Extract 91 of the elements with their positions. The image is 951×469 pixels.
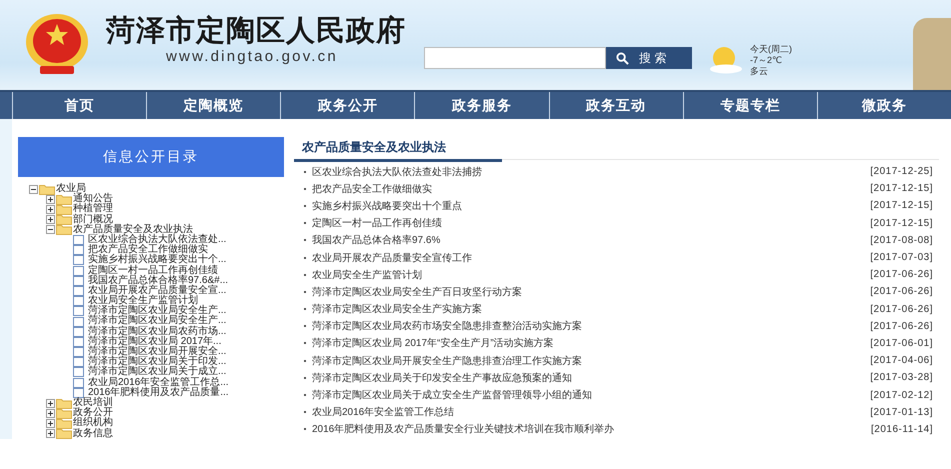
collapse-icon[interactable] (46, 225, 55, 234)
document-icon (73, 296, 84, 306)
article-date: [2017-06-26] (870, 269, 933, 280)
article-link[interactable]: 我国农产品总体合格率97.6% (312, 233, 870, 248)
article-date: [2017-02-12] (870, 390, 933, 401)
article-link[interactable]: 菏泽市定陶区农业局关于成立安全生产监督管理领导小组的通知 (312, 388, 870, 402)
collapse-icon[interactable] (29, 184, 38, 194)
tree-item[interactable]: 2016年肥料使用及农产品质量... (88, 388, 229, 398)
article-date: [2017-06-01] (870, 338, 933, 349)
weather-day: 今天(周二) (750, 44, 792, 55)
article-date: [2017-08-08] (870, 234, 933, 246)
folder-icon (56, 428, 72, 440)
temperature: -7～2℃ (750, 55, 784, 66)
tree-item[interactable]: 定陶区一村一品工作再创佳绩 (88, 266, 218, 276)
search-field[interactable] (424, 47, 606, 69)
article-date: [2017-12-15] (870, 183, 933, 194)
tree-item[interactable]: 我国农产品总体合格率97.6&#... (88, 276, 228, 286)
article-link[interactable]: 把农产品安全工作做细做实 (312, 182, 870, 196)
tree-item[interactable]: 菏泽市定陶区农业局农药市场... (88, 326, 226, 337)
article-link[interactable]: 2016年肥料使用及农产品质量安全行业关键技术培训在我市顺利举办 (312, 422, 872, 436)
tree-item[interactable]: 菏泽市定陶区农业局关于成立... (88, 367, 226, 378)
article-link[interactable]: 菏泽市定陶区农业局关于印发安全生产事故应急预案的通知 (312, 370, 870, 385)
folder-icon (39, 184, 55, 195)
article-link[interactable]: 农业局安全生产监管计划 (312, 268, 870, 282)
article-date: [2017-12-25] (870, 166, 933, 178)
article-link[interactable]: 农业局开展农产品质量安全宣传工作 (312, 250, 870, 265)
article-link[interactable]: 实施乡村振兴战略要突出十个重点 (312, 198, 870, 213)
document-icon (73, 235, 84, 246)
expand-icon[interactable] (46, 194, 55, 204)
folder-icon (56, 194, 72, 205)
site-title: 菏泽市定陶区人民政府 (106, 14, 406, 48)
tree-item[interactable]: 实施乡村振兴战略要突出十个... (88, 255, 226, 266)
document-icon (73, 347, 84, 358)
tree-item[interactable]: 农业局2016年安全监管工作总... (88, 378, 229, 388)
document-icon (73, 367, 84, 378)
document-icon (73, 245, 84, 256)
folder-icon (56, 418, 72, 429)
article-link[interactable]: 菏泽市定陶区农业局 2017年“安全生产月”活动实施方案 (312, 336, 870, 350)
folder-icon (56, 408, 72, 419)
document-icon (73, 388, 84, 398)
document-icon (73, 357, 84, 368)
document-icon (73, 255, 84, 266)
tree-item[interactable]: 种植管理 (73, 204, 113, 215)
search-button[interactable]: 搜 索 (606, 47, 692, 69)
document-icon (73, 378, 84, 388)
article-date: [2016-11-14] (871, 424, 933, 435)
article-date: [2017-04-06] (870, 355, 933, 366)
article-date: [2017-06-26] (870, 286, 933, 298)
article-date: [2017-06-26] (870, 304, 933, 315)
document-icon (73, 336, 84, 347)
document-icon (73, 276, 84, 286)
article-link[interactable]: 菏泽市定陶区农业局农药市场安全隐患排查整治活动实施方案 (312, 319, 870, 334)
article-link[interactable]: 菏泽市定陶区农业局安全生产百日攻坚行动方案 (312, 284, 870, 299)
search-icon (616, 52, 629, 64)
tree-item[interactable]: 部门概况 (73, 214, 113, 225)
folder-icon (56, 214, 72, 226)
folder-icon (56, 204, 72, 215)
document-icon (73, 326, 84, 337)
article-date: [2017-12-15] (870, 200, 933, 212)
expand-icon[interactable] (46, 408, 55, 418)
tree-item[interactable]: 农产品质量安全及农业执法 (73, 224, 193, 235)
document-icon (73, 286, 84, 296)
article-link[interactable]: 菏泽市定陶区农业局安全生产实施方案 (312, 302, 870, 316)
expand-icon[interactable] (46, 215, 55, 224)
document-icon (73, 266, 84, 276)
expand-icon[interactable] (46, 429, 55, 438)
expand-icon[interactable] (46, 398, 55, 408)
weather-condition: 多云 (750, 66, 769, 77)
tree-item[interactable]: 政务信息 (73, 428, 113, 439)
article-date: [2017-01-13] (870, 406, 933, 418)
tree-item[interactable]: 菏泽市定陶区农业局安全生产... (88, 316, 226, 327)
expand-icon[interactable] (46, 204, 55, 214)
article-link[interactable]: 定陶区一村一品工作再创佳绩 (312, 216, 870, 230)
section-title: 农产品质量安全及农业执法 (294, 137, 502, 162)
photo-placeholder (913, 18, 951, 90)
folder-icon (56, 224, 72, 236)
article-date: [2017-06-26] (870, 320, 933, 332)
tree-item[interactable]: 组织机构 (73, 418, 113, 429)
article-link[interactable]: 菏泽市定陶区农业局开展安全生产隐患排查治理工作实施方案 (312, 354, 870, 368)
article-date: [2017-07-03] (870, 252, 933, 264)
expand-icon[interactable] (46, 418, 55, 428)
article-date: [2017-12-15] (870, 218, 933, 229)
folder-icon (56, 398, 72, 409)
article-link[interactable]: 区农业综合执法大队依法查处非法捕捞 (312, 164, 870, 179)
document-icon (73, 316, 84, 327)
tree-item[interactable]: 农民培训 (73, 398, 113, 408)
article-link[interactable]: 农业局2016年安全监管工作总结 (312, 405, 870, 420)
document-icon (73, 306, 84, 316)
site-url: www.dingtao.gov.cn (166, 48, 338, 66)
sidebar-title: 信息公开目录 (18, 137, 284, 177)
article-date: [2017-03-28] (870, 372, 933, 384)
